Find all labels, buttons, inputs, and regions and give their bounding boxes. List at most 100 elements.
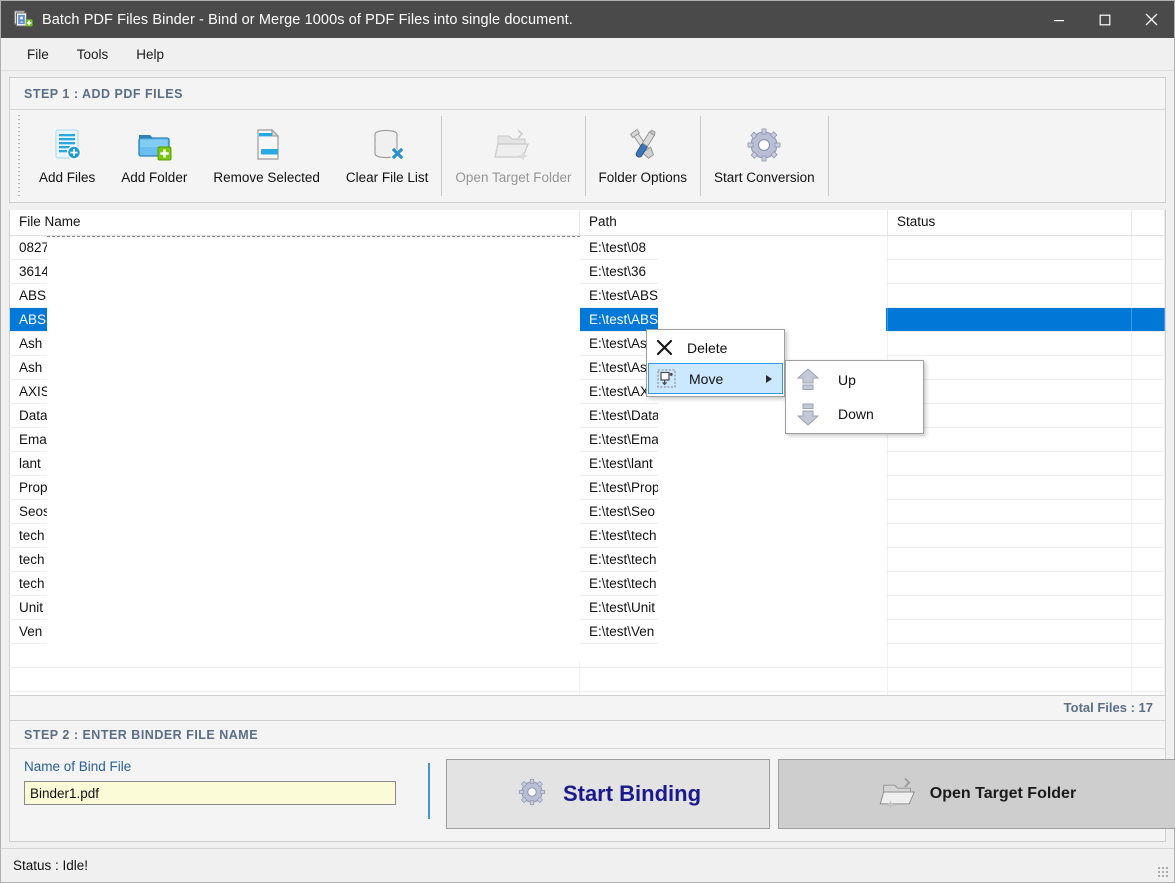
submenu-item-down[interactable]: Down <box>786 397 923 431</box>
toolbar-grip[interactable] <box>16 115 23 197</box>
context-menu-item-delete[interactable]: Delete <box>647 332 784 363</box>
open-target-folder-toolbar-button[interactable]: Open Target Folder <box>442 110 584 202</box>
toolbar-separator-4 <box>827 116 829 196</box>
total-files-label: Total Files : 17 <box>1063 700 1153 715</box>
cell-file-path: E:\test\36 <box>580 259 888 284</box>
cell-file-status <box>888 283 1132 308</box>
minimize-button[interactable] <box>1036 1 1082 38</box>
cell-file-path: E:\test\08 <box>580 236 888 260</box>
table-row[interactable]: Ema E:\test\Ema <box>10 427 1165 452</box>
add-files-label: Add Files <box>39 169 96 185</box>
main-toolbar: Add Files Add Folder Remove Selected Cle… <box>10 110 1165 202</box>
file-list-header: File Name Path Status <box>10 210 1165 236</box>
menu-file[interactable]: File <box>15 43 61 66</box>
cell-extra <box>1132 403 1165 428</box>
cell-extra <box>1132 236 1165 260</box>
cell-extra <box>1132 259 1165 284</box>
context-menu-item-move[interactable]: Move <box>648 363 783 394</box>
cell-file-name: Ash <box>10 355 580 380</box>
add-files-icon <box>47 124 87 166</box>
column-header-file-name[interactable]: File Name <box>10 210 580 235</box>
start-conversion-label: Start Conversion <box>714 169 815 185</box>
table-row[interactable]: ABS E:\test\ABSS (1).pdf <box>10 283 1165 308</box>
folder-options-button[interactable]: Folder Options <box>586 110 701 202</box>
table-row[interactable]: Ven E:\test\Ven <box>10 619 1165 644</box>
cell-file-status <box>888 619 1132 644</box>
table-row[interactable]: lant E:\test\lant <box>10 451 1165 476</box>
start-binding-button[interactable]: Start Binding <box>446 759 770 829</box>
cell-file-name: Prop <box>10 475 580 500</box>
column-header-path[interactable]: Path <box>580 210 888 235</box>
cell-extra <box>1132 427 1165 452</box>
open-target-folder-button[interactable]: Open Target Folder <box>778 759 1175 829</box>
window-controls <box>1036 1 1174 38</box>
add-folder-button[interactable]: Add Folder <box>108 110 200 202</box>
cell-file-status <box>888 403 1132 428</box>
step1-group: STEP 1 : ADD PDF FILES Add Files Add Fol… <box>9 77 1166 203</box>
add-folder-icon <box>134 124 174 166</box>
cell-file-status <box>888 595 1132 620</box>
table-row[interactable]: Unit E:\test\Unit <box>10 595 1165 620</box>
menu-help[interactable]: Help <box>124 43 176 66</box>
table-row[interactable]: Ash E:\test\As <box>10 355 1165 380</box>
cell-file-name: 0827 <box>10 236 580 260</box>
add-files-button[interactable]: Add Files <box>26 110 108 202</box>
total-files-bar: Total Files : 17 <box>9 696 1166 720</box>
submenu-up-label: Up <box>838 372 856 388</box>
cell-file-status <box>888 547 1132 572</box>
cell-file-status <box>888 499 1132 524</box>
cell-file-status <box>888 236 1132 260</box>
table-row[interactable]: ABS E:\test\ABSS.pdf <box>10 307 1165 332</box>
start-conversion-button[interactable]: Start Conversion <box>701 110 828 202</box>
cell-file-name: Ema <box>10 427 580 452</box>
context-menu[interactable]: Delete Move <box>646 329 785 397</box>
cell-empty <box>10 692 580 695</box>
table-row[interactable]: 3614 E:\test\36 <box>10 259 1165 284</box>
cell-file-name: tech <box>10 547 580 572</box>
cell-empty <box>1132 644 1165 668</box>
step2-group: STEP 2 : ENTER BINDER FILE NAME Name of … <box>9 720 1175 842</box>
cell-file-status <box>888 475 1132 500</box>
submenu-down-label: Down <box>838 406 874 422</box>
cell-file-path: E:\test\tech <box>580 523 888 548</box>
resize-grip[interactable] <box>1158 867 1170 879</box>
move-icon <box>649 369 683 388</box>
cell-file-name: Ven <box>10 619 580 644</box>
table-row[interactable]: Ash E:\test\As <box>10 331 1165 356</box>
open-target-folder-toolbar-label: Open Target Folder <box>455 169 572 185</box>
cell-extra <box>1132 475 1165 500</box>
cell-file-path: E:\test\lant <box>580 451 888 476</box>
cell-file-name: lant <box>10 451 580 476</box>
cell-file-status <box>888 451 1132 476</box>
cell-extra <box>1132 499 1165 524</box>
gear-icon <box>515 775 549 814</box>
submenu-item-up[interactable]: Up <box>786 363 923 397</box>
cell-extra <box>1132 595 1165 620</box>
file-list-body[interactable]: 0827 E:\test\08 3614 E:\test\36 ABS E:\test\A… <box>10 236 1165 695</box>
delete-x-icon <box>647 339 681 356</box>
maximize-button[interactable] <box>1082 1 1128 38</box>
clear-file-list-button[interactable]: Clear File List <box>333 110 442 202</box>
move-submenu[interactable]: Up Down <box>785 360 924 434</box>
table-row[interactable]: tech E:\test\tech <box>10 547 1165 572</box>
table-row[interactable]: tech E:\test\tech <box>10 523 1165 548</box>
table-row[interactable]: Seos E:\test\Seo <box>10 499 1165 524</box>
bind-file-name-input[interactable] <box>24 781 396 805</box>
clear-file-list-label: Clear File List <box>345 169 429 185</box>
column-header-extra[interactable] <box>1132 210 1165 235</box>
cell-extra <box>1132 307 1165 332</box>
table-row[interactable]: Data E:\test\Data <box>10 403 1165 428</box>
step1-header: STEP 1 : ADD PDF FILES <box>10 78 1165 110</box>
remove-selected-button[interactable]: Remove Selected <box>200 110 333 202</box>
table-row[interactable]: tech E:\test\tech <box>10 571 1165 596</box>
table-row[interactable]: AXISE:\test\AXIS BANK Statement <box>10 379 1165 404</box>
close-button[interactable] <box>1128 1 1174 38</box>
open-target-folder-icon <box>493 124 533 166</box>
cell-extra <box>1132 331 1165 356</box>
table-row[interactable]: 0827 E:\test\08 <box>10 236 1165 260</box>
folder-options-label: Folder Options <box>598 169 688 185</box>
menu-tools[interactable]: Tools <box>65 43 121 66</box>
file-list[interactable]: File Name Path Status 0827 E:\test\08 3614… <box>9 210 1166 696</box>
table-row[interactable]: Prop E:\test\Prop <box>10 475 1165 500</box>
column-header-status[interactable]: Status <box>888 210 1132 235</box>
